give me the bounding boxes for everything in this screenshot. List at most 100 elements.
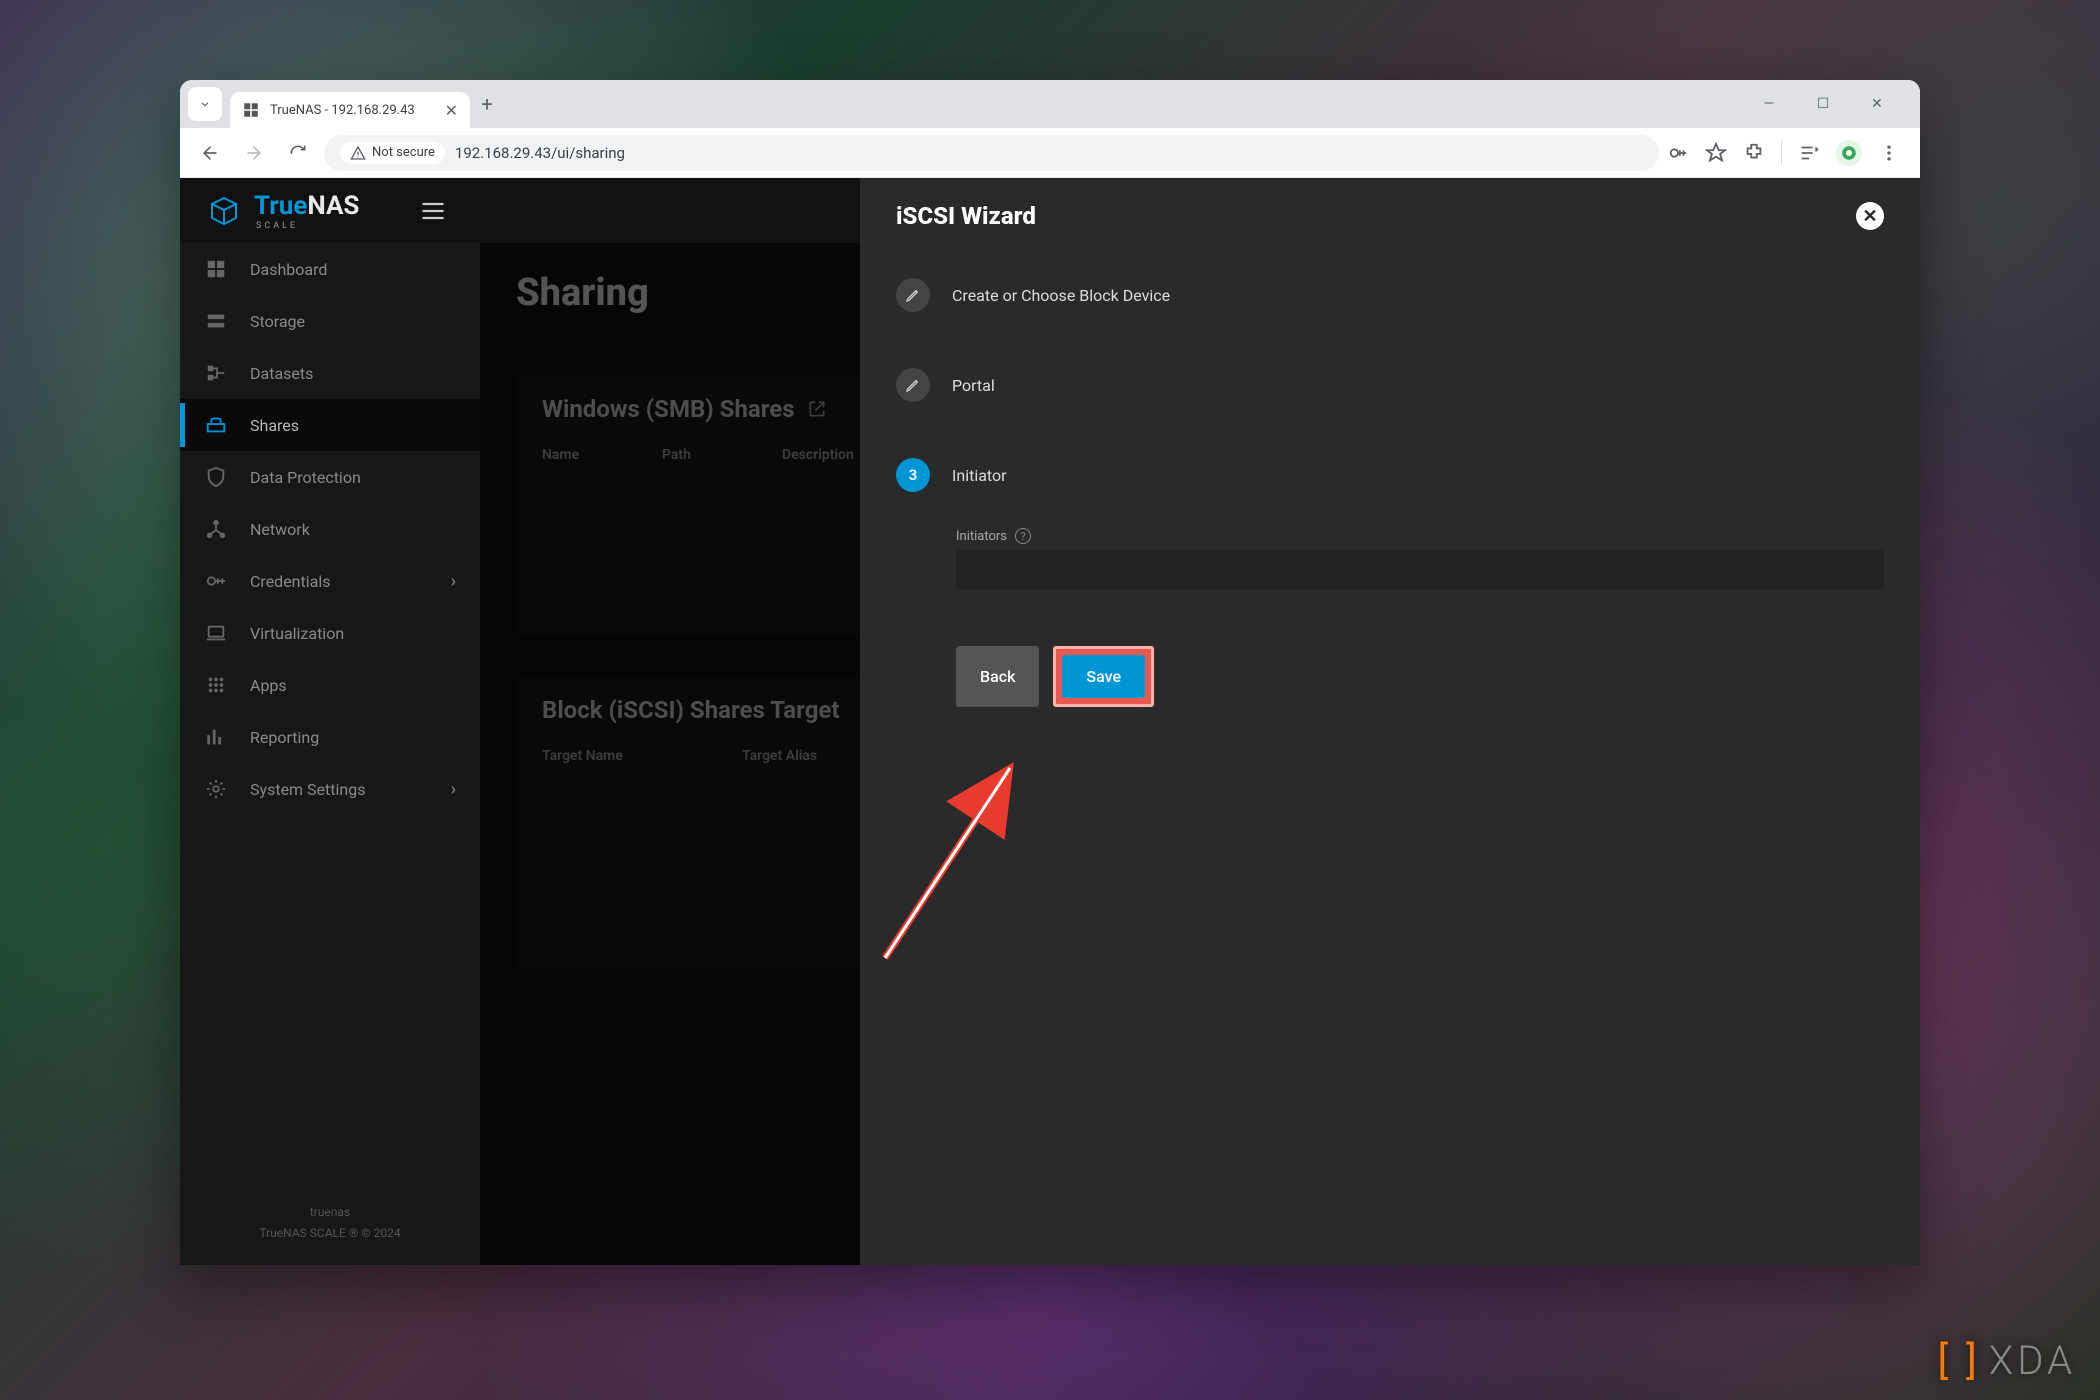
sidebar-label: Storage [250, 312, 305, 331]
sidebar-item-credentials[interactable]: Credentials › [180, 555, 480, 607]
toolbar-icons [1667, 140, 1908, 166]
password-icon[interactable] [1667, 142, 1689, 164]
url-field[interactable]: Not secure 192.168.29.43/ui/sharing [324, 135, 1659, 171]
wizard-title: iSCSI Wizard [896, 202, 1036, 230]
arrow-right-icon [244, 143, 264, 163]
sidebar-item-system-settings[interactable]: System Settings › [180, 763, 480, 815]
watermark-text: XDA [1989, 1337, 2076, 1384]
sidebar-item-data-protection[interactable]: Data Protection [180, 451, 480, 503]
sidebar-label: Network [250, 520, 310, 539]
chevron-right-icon: › [451, 779, 456, 800]
step-number: 3 [896, 458, 930, 492]
arrow-left-icon [200, 143, 220, 163]
hamburger-icon [419, 197, 447, 225]
truenas-logo-mark-icon [204, 196, 244, 226]
laptop-icon [204, 621, 228, 645]
forward-button[interactable] [236, 135, 272, 171]
reload-button[interactable] [280, 135, 316, 171]
sidebar-label: Credentials [250, 572, 331, 591]
footer-version: TrueNAS SCALE ® © 2024 [180, 1223, 480, 1245]
shares-icon [204, 413, 228, 437]
wizard-close-button[interactable]: ✕ [1856, 202, 1884, 230]
browser-menu-icon[interactable] [1878, 142, 1900, 164]
sidebar-label: Shares [250, 416, 299, 435]
browser-tab-bar: TrueNAS - 192.168.29.43 ✕ + — ☐ ✕ [180, 80, 1920, 128]
step-label: Initiator [952, 466, 1007, 485]
chevron-down-icon [198, 97, 212, 111]
step-label: Create or Choose Block Device [952, 286, 1170, 305]
sidebar-item-apps[interactable]: Apps [180, 659, 480, 711]
sidebar-footer: truenas TrueNAS SCALE ® © 2024 [180, 1202, 480, 1245]
initiators-input[interactable] [956, 550, 1884, 590]
extensions-icon[interactable] [1743, 142, 1765, 164]
profile-avatar-icon[interactable] [1836, 140, 1862, 166]
not-secure-label: Not secure [372, 145, 435, 160]
sidebar-item-network[interactable]: Network [180, 503, 480, 555]
url-text: 192.168.29.43/ui/sharing [455, 144, 625, 162]
close-icon[interactable]: ✕ [445, 101, 458, 120]
sidebar-item-reporting[interactable]: Reporting [180, 711, 480, 763]
wizard-step-1[interactable]: Create or Choose Block Device [896, 278, 1884, 312]
logo-true: True [254, 191, 307, 221]
save-button[interactable]: Save [1062, 655, 1145, 698]
sidebar-item-datasets[interactable]: Datasets [180, 347, 480, 399]
window-controls: — ☐ ✕ [1754, 89, 1912, 119]
reading-list-icon[interactable] [1798, 142, 1820, 164]
truenas-app: TrueNAS SCALE iX systems® admin D [180, 178, 1920, 1265]
logo-scale: SCALE [256, 221, 359, 231]
back-button[interactable]: Back [956, 646, 1039, 707]
security-pill[interactable]: Not secure [340, 142, 445, 164]
storage-icon [204, 309, 228, 333]
sidebar-toggle-button[interactable] [419, 197, 447, 225]
warning-icon [350, 145, 366, 161]
sidebar-label: Datasets [250, 364, 313, 383]
back-button[interactable] [192, 135, 228, 171]
tab-title: TrueNAS - 192.168.29.43 [270, 103, 435, 118]
sidebar-item-shares[interactable]: Shares [180, 399, 480, 451]
initiators-field: Initiators ? [956, 528, 1884, 590]
help-icon[interactable]: ? [1015, 528, 1031, 544]
sidebar-label: System Settings [250, 780, 365, 799]
sidebar-item-virtualization[interactable]: Virtualization [180, 607, 480, 659]
sidebar-label: Virtualization [250, 624, 344, 643]
sidebar-item-dashboard[interactable]: Dashboard [180, 243, 480, 295]
sidebar: Dashboard Storage Datasets Shares Data P… [180, 243, 480, 1265]
key-icon [204, 569, 228, 593]
save-button-highlight: Save [1053, 646, 1154, 707]
xda-watermark: [ ]XDA [1938, 1337, 2076, 1384]
maximize-button[interactable]: ☐ [1808, 89, 1838, 119]
truenas-favicon-icon [242, 101, 260, 119]
sidebar-label: Apps [250, 676, 287, 695]
browser-window: TrueNAS - 192.168.29.43 ✕ + — ☐ ✕ Not se… [180, 80, 1920, 1265]
field-label: Initiators [956, 529, 1007, 544]
pencil-icon [896, 368, 930, 402]
browser-tab[interactable]: TrueNAS - 192.168.29.43 ✕ [230, 92, 470, 128]
datasets-icon [204, 361, 228, 385]
pencil-icon [896, 278, 930, 312]
close-window-button[interactable]: ✕ [1862, 89, 1892, 119]
wizard-buttons: Back Save [956, 646, 1884, 707]
step-label: Portal [952, 376, 995, 395]
reporting-icon [204, 725, 228, 749]
sidebar-label: Reporting [250, 728, 319, 747]
wizard-step-3: 3 Initiator [896, 458, 1884, 492]
sidebar-label: Dashboard [250, 260, 327, 279]
browser-address-bar: Not secure 192.168.29.43/ui/sharing [180, 128, 1920, 178]
tab-search-dropdown[interactable] [188, 87, 222, 121]
chevron-right-icon: › [451, 571, 456, 592]
wizard-step-2[interactable]: Portal [896, 368, 1884, 402]
truenas-logo[interactable]: TrueNAS SCALE [204, 191, 359, 231]
shield-icon [204, 465, 228, 489]
new-tab-button[interactable]: + [470, 87, 504, 121]
annotation-arrow-icon [870, 738, 1050, 968]
gear-icon [204, 777, 228, 801]
network-icon [204, 517, 228, 541]
minimize-button[interactable]: — [1754, 89, 1784, 119]
bookmark-icon[interactable] [1705, 142, 1727, 164]
iscsi-wizard-panel: iSCSI Wizard ✕ Create or Choose Block De… [860, 178, 1920, 1265]
sidebar-item-storage[interactable]: Storage [180, 295, 480, 347]
apps-icon [204, 673, 228, 697]
logo-nas: NAS [307, 191, 359, 221]
footer-host: truenas [180, 1202, 480, 1224]
dashboard-icon [204, 257, 228, 281]
